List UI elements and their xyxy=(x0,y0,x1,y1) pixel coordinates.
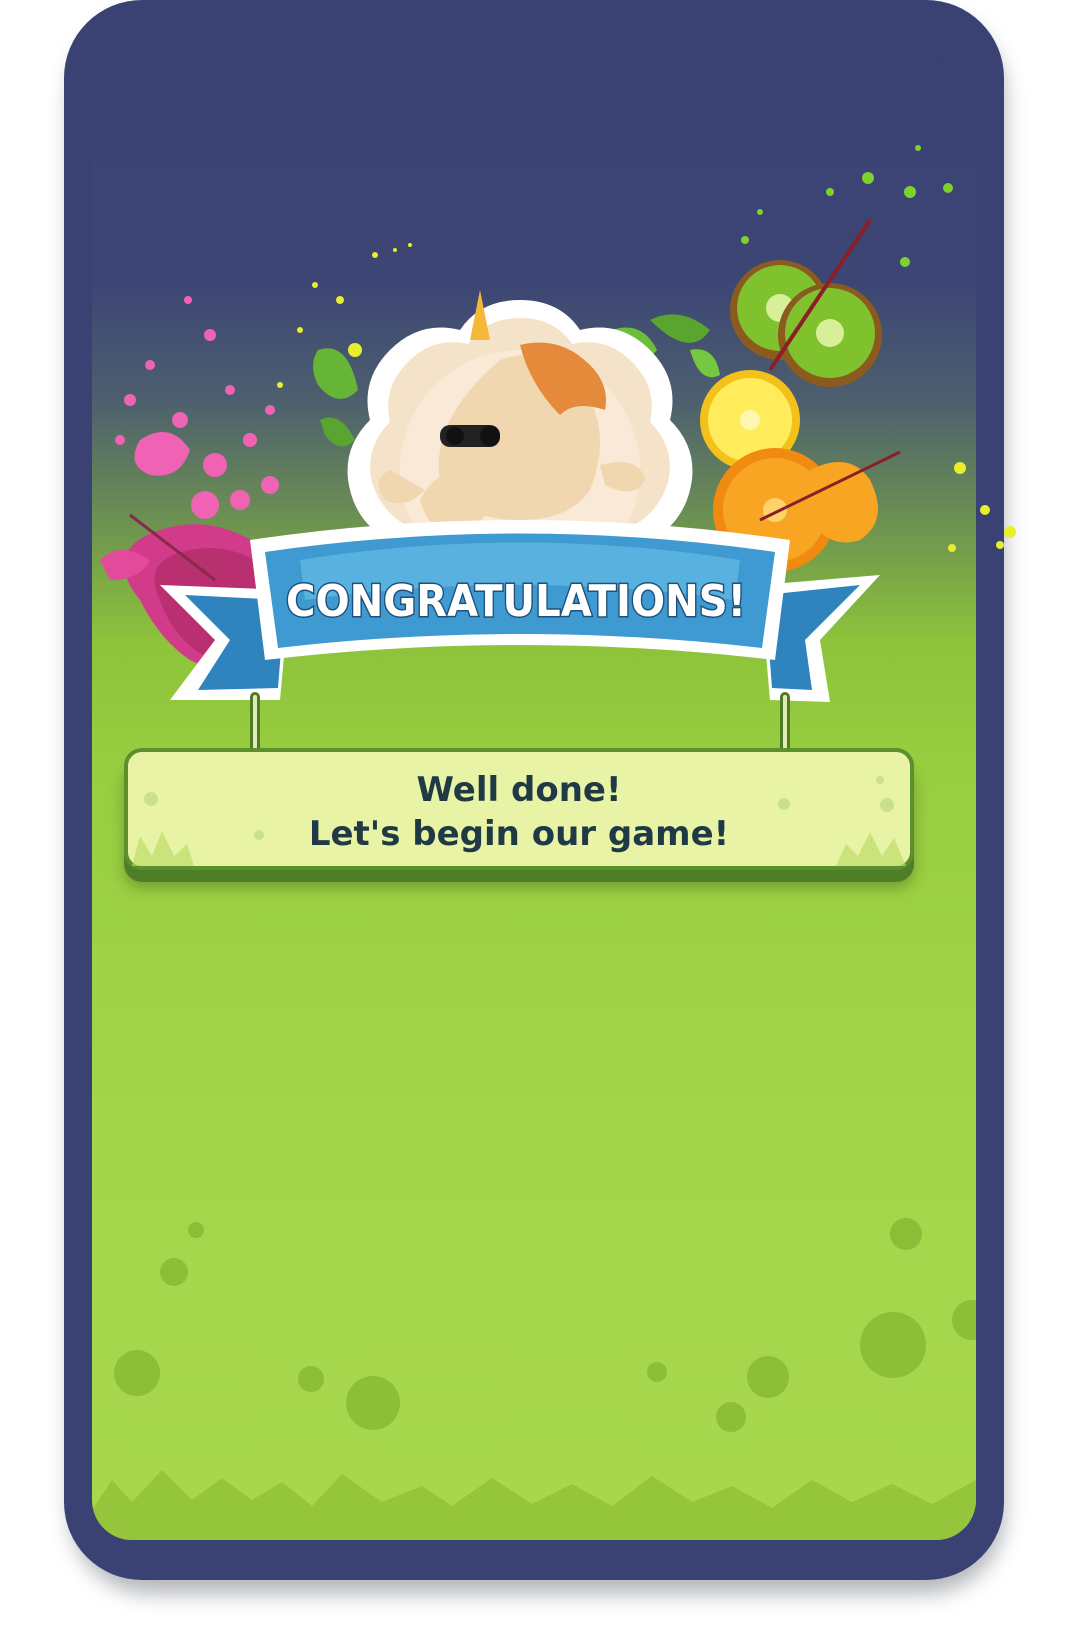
message-line-1: Well done! xyxy=(416,770,622,810)
bg-bubble xyxy=(298,1366,324,1392)
bg-bubble xyxy=(747,1356,789,1398)
bg-bubble xyxy=(716,1402,746,1432)
bg-bubble xyxy=(952,1300,976,1340)
bg-bubble xyxy=(860,1312,926,1378)
bg-bubble xyxy=(647,1362,667,1382)
bg-bubble xyxy=(346,1376,400,1430)
grass-strip xyxy=(92,1470,976,1540)
bg-bubble xyxy=(890,1218,922,1250)
bg-bubble xyxy=(114,1350,160,1396)
message-panel: Well done! Let's begin our game! xyxy=(124,748,914,870)
bg-bubble xyxy=(188,1222,204,1238)
message-line-2: Let's begin our game! xyxy=(308,814,730,854)
bg-bubble xyxy=(160,1258,188,1286)
